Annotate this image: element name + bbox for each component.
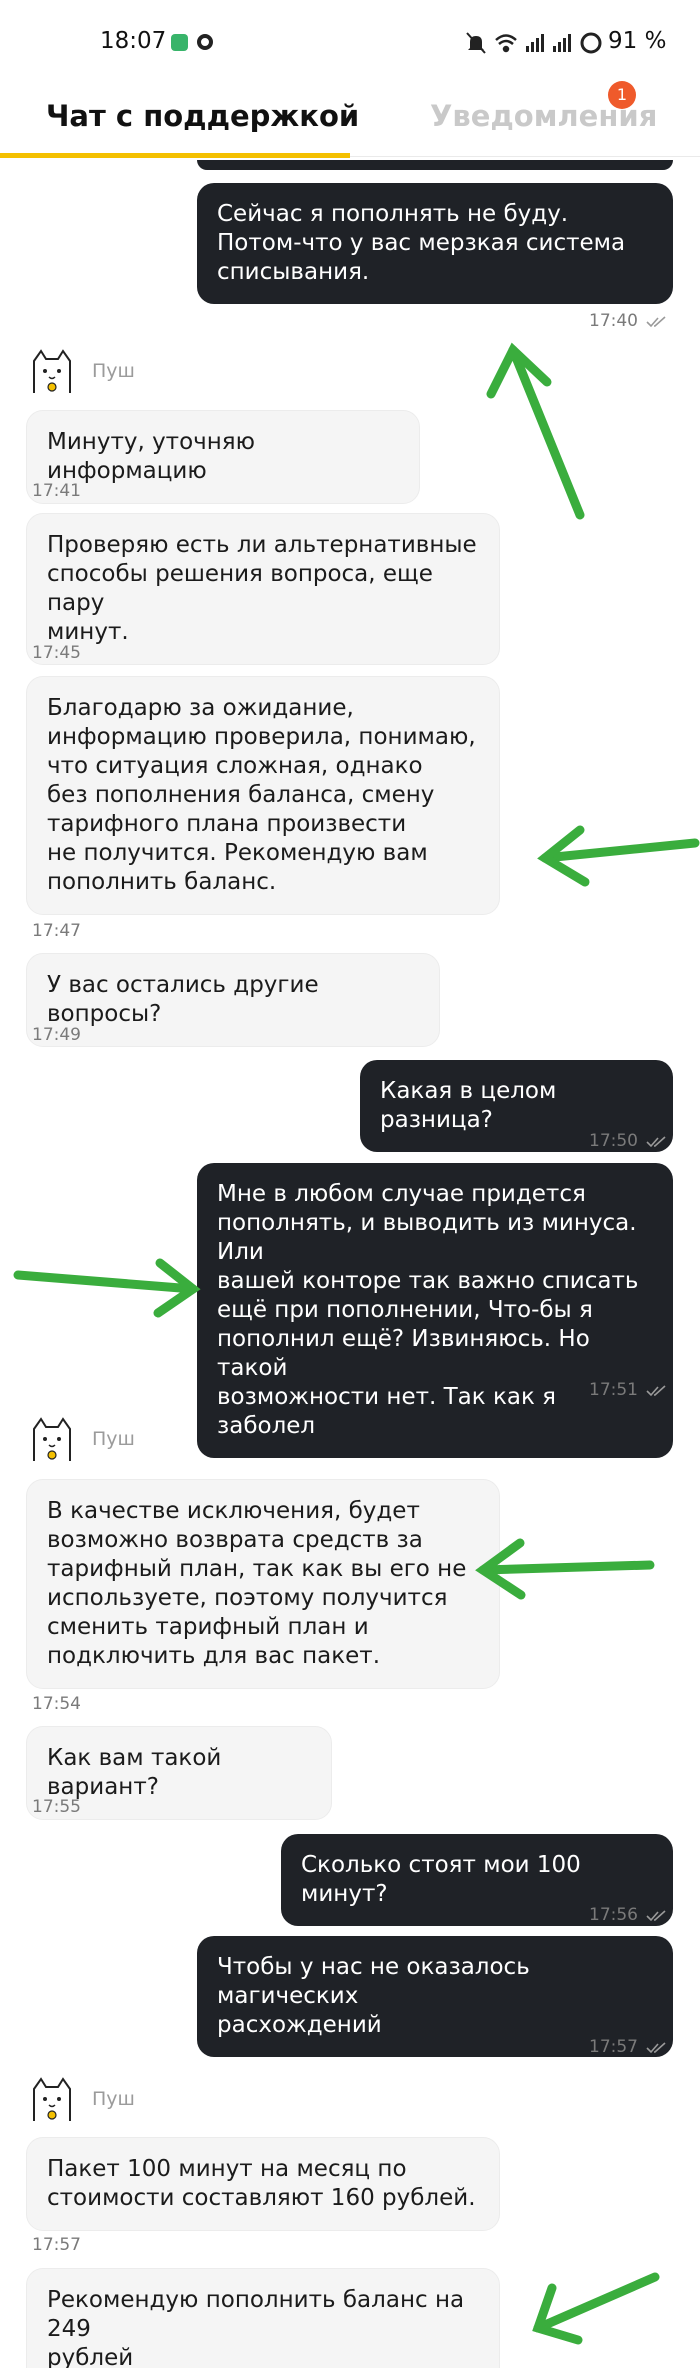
cat-avatar-icon xyxy=(33,1417,71,1461)
status-bar: 18:07 91 % xyxy=(0,0,700,85)
message-time: 17:57 xyxy=(32,2235,81,2255)
read-checkmark-icon xyxy=(646,1910,666,1922)
incoming-message[interactable]: Рекомендую пополнить баланс на 249 рубле… xyxy=(26,2268,500,2368)
sender-name: Пуш xyxy=(92,360,135,382)
sender-name: Пуш xyxy=(92,1428,135,1450)
message-time: 17:55 xyxy=(32,1797,81,1817)
read-checkmark-icon xyxy=(646,2042,666,2054)
message-time: 17:49 xyxy=(32,1025,81,1045)
notifications-badge: 1 xyxy=(608,81,636,109)
message-time: 17:45 xyxy=(32,643,81,663)
message-time: 17:57 xyxy=(589,2037,638,2057)
message-time: 17:51 xyxy=(589,1380,638,1400)
message-time: 17:41 xyxy=(32,481,81,501)
incoming-message[interactable]: Пакет 100 минут на месяц по стоимости со… xyxy=(26,2137,500,2231)
battery-level: 91 % xyxy=(608,28,667,54)
message-time: 17:54 xyxy=(32,1694,81,1714)
tab-support-chat[interactable]: Чат с поддержкой xyxy=(46,99,359,133)
read-checkmark-icon xyxy=(646,1385,666,1397)
mute-icon xyxy=(466,32,486,54)
message-time: 17:50 xyxy=(589,1131,638,1151)
message-time: 17:40 xyxy=(589,311,638,331)
incoming-message[interactable]: У вас остались другие вопросы? xyxy=(26,953,440,1047)
outgoing-message[interactable]: Сейчас я пополнять не буду. Потом-что у … xyxy=(197,183,673,304)
wifi-icon xyxy=(495,34,517,53)
annotation-arrow xyxy=(532,2272,660,2345)
tab-divider xyxy=(350,156,700,157)
previous-message-edge xyxy=(197,160,673,170)
incoming-message[interactable]: В качестве исключения, будет возможно во… xyxy=(26,1479,500,1689)
active-tab-indicator xyxy=(0,153,350,158)
annotation-arrow xyxy=(486,342,585,520)
read-checkmark-icon xyxy=(646,1136,666,1148)
sender-name: Пуш xyxy=(92,2088,135,2110)
tab-bar: Чат с поддержкой Уведомления 1 xyxy=(0,81,700,159)
battery-icon xyxy=(580,32,602,54)
annotation-arrow xyxy=(475,1538,655,1600)
message-time: 17:56 xyxy=(589,1905,638,1925)
read-checkmark-icon xyxy=(646,316,666,328)
annotation-arrow xyxy=(537,825,700,887)
chat-screen: 18:07 91 % Чат с поддержкой Уведомления … xyxy=(0,0,700,2368)
outgoing-message[interactable]: Мне в любом случае придется пополнять, и… xyxy=(197,1163,673,1458)
cat-avatar-icon xyxy=(33,2077,71,2121)
message-time: 17:47 xyxy=(32,921,81,941)
incoming-message[interactable]: Благодарю за ожидание, информацию провер… xyxy=(26,676,500,915)
incoming-message[interactable]: Проверяю есть ли альтернативные способы … xyxy=(26,513,500,665)
signal-icon xyxy=(526,34,544,52)
incoming-message[interactable]: Минуту, уточняю информацию xyxy=(26,410,420,504)
status-icons xyxy=(466,32,602,54)
chat-app-icon xyxy=(171,34,188,51)
chrome-icon xyxy=(197,34,213,50)
status-time: 18:07 xyxy=(100,28,167,54)
annotation-arrow xyxy=(13,1258,201,1318)
signal-icon-2 xyxy=(553,34,571,52)
cat-avatar-icon xyxy=(33,349,71,393)
